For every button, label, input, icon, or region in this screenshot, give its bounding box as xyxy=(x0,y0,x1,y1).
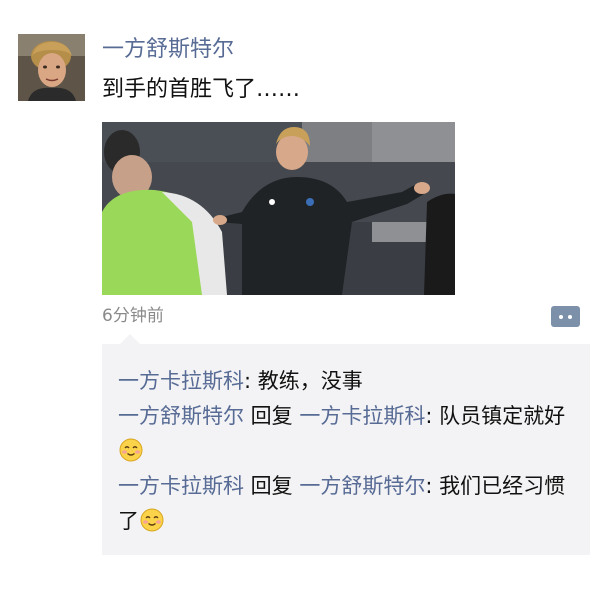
avatar[interactable] xyxy=(18,34,85,101)
smile-emoji-icon xyxy=(119,438,143,462)
more-actions-button[interactable] xyxy=(551,306,580,327)
more-dots-icon xyxy=(568,314,572,319)
reply-to-name[interactable]: 一方舒斯特尔 xyxy=(299,474,425,498)
post-text: 到手的首胜飞了…… xyxy=(102,77,301,102)
comment-item[interactable]: 一方卡拉斯科: 教练，没事 xyxy=(118,364,572,399)
comment-separator: : xyxy=(425,474,440,498)
comment-author[interactable]: 一方舒斯特尔 xyxy=(118,404,244,428)
reply-to-name[interactable]: 一方卡拉斯科 xyxy=(299,404,425,428)
post-timestamp: 6分钟前 xyxy=(102,306,164,326)
comment-item[interactable]: 一方舒斯特尔 回复 一方卡拉斯科: 队员镇定就好 xyxy=(118,399,572,469)
comment-item[interactable]: 一方卡拉斯科 回复 一方舒斯特尔: 我们已经习惯了 xyxy=(118,469,572,539)
comments-panel: 一方卡拉斯科: 教练，没事 一方舒斯特尔 回复 一方卡拉斯科: 队员镇定就好 一… xyxy=(102,334,590,555)
comment-separator: : xyxy=(425,404,440,428)
reply-word: 回复 xyxy=(244,404,300,428)
reply-word: 回复 xyxy=(244,474,300,498)
comment-text: 教练，没事 xyxy=(257,369,363,393)
comment-author[interactable]: 一方卡拉斯科 xyxy=(118,474,244,498)
comment-separator: : xyxy=(244,369,258,393)
smile-emoji-icon xyxy=(140,508,164,532)
post-photo[interactable] xyxy=(102,122,455,295)
comment-text: 队员镇定就好 xyxy=(439,404,566,428)
comments-arrow xyxy=(120,334,140,344)
post-author-name[interactable]: 一方舒斯特尔 xyxy=(102,36,234,64)
comment-author[interactable]: 一方卡拉斯科 xyxy=(118,369,244,393)
more-dots-icon xyxy=(559,314,563,319)
